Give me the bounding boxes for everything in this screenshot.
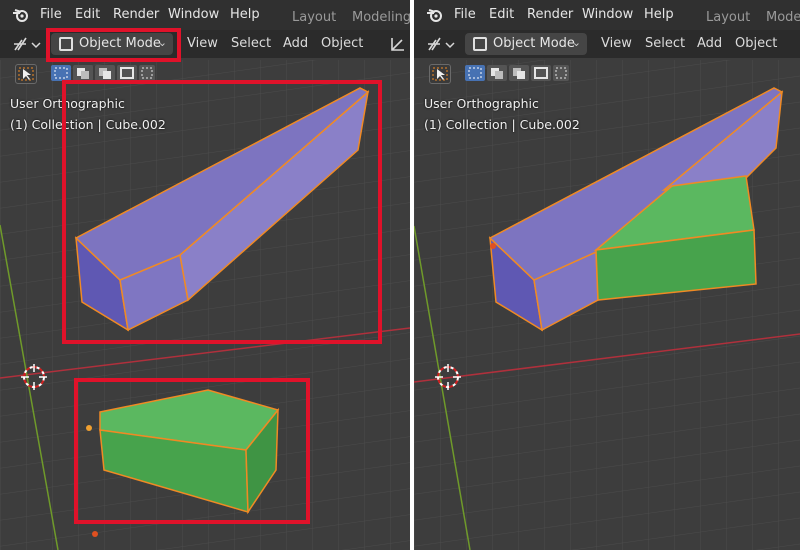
workspace-tab-modeling[interactable]: Model xyxy=(766,10,800,25)
highlight-purple-object xyxy=(62,80,382,344)
menu-file[interactable]: File xyxy=(454,7,476,22)
header-menu-select[interactable]: Select xyxy=(231,36,271,51)
screenshot-stage: File Edit Render Window Help Layout Mode… xyxy=(0,0,800,550)
top-menubar: File Edit Render Window Help Layout Mode… xyxy=(414,0,800,30)
right-blender-window: File Edit Render Window Help Layout Mode… xyxy=(414,0,800,550)
transform-pivot-icon[interactable] xyxy=(388,35,408,53)
origin-dot xyxy=(92,531,98,537)
navigate-gizmo-icon[interactable] xyxy=(426,36,456,54)
menu-window[interactable]: Window xyxy=(582,7,633,22)
header-menu-object[interactable]: Object xyxy=(735,36,777,51)
top-menubar: File Edit Render Window Help Layout Mode… xyxy=(0,0,410,30)
selection-mode-buttons[interactable] xyxy=(464,64,570,82)
select-box-tool-icon[interactable] xyxy=(429,64,451,84)
navigate-gizmo-icon[interactable] xyxy=(12,36,42,54)
menu-edit[interactable]: Edit xyxy=(75,7,100,22)
menu-render[interactable]: Render xyxy=(113,7,159,22)
viewport-3d[interactable] xyxy=(414,0,800,550)
highlight-mode-dropdown xyxy=(46,28,181,62)
highlight-green-object xyxy=(74,378,310,524)
workspace-tab-layout[interactable]: Layout xyxy=(706,10,750,25)
object-mode-dropdown[interactable]: Object Mode ⌄ xyxy=(465,33,587,55)
header-menu-object[interactable]: Object xyxy=(321,36,363,51)
menu-file[interactable]: File xyxy=(40,7,62,22)
workspace-tab-modeling[interactable]: Modeling xyxy=(352,10,410,25)
header-menu-view[interactable]: View xyxy=(187,36,218,51)
header-menu-add[interactable]: Add xyxy=(697,36,722,51)
chevron-down-icon: ⌄ xyxy=(571,36,581,49)
workspace-tab-layout[interactable]: Layout xyxy=(292,10,336,25)
menu-edit[interactable]: Edit xyxy=(489,7,514,22)
menu-help[interactable]: Help xyxy=(644,7,674,22)
collection-info-text: (1) Collection | Cube.002 xyxy=(424,117,580,132)
blender-logo-icon[interactable] xyxy=(12,7,30,23)
menu-window[interactable]: Window xyxy=(168,7,219,22)
left-blender-window: File Edit Render Window Help Layout Mode… xyxy=(0,0,410,550)
origin-dot xyxy=(490,243,496,249)
blender-logo-icon[interactable] xyxy=(426,7,444,23)
menu-help[interactable]: Help xyxy=(230,7,260,22)
object-mode-label: Object Mode xyxy=(493,36,575,51)
header-menu-add[interactable]: Add xyxy=(283,36,308,51)
object-mode-icon xyxy=(473,37,487,51)
view-name-text: User Orthographic xyxy=(424,96,539,111)
header-menu-view[interactable]: View xyxy=(601,36,632,51)
select-box-tool-icon[interactable] xyxy=(15,64,37,84)
menu-render[interactable]: Render xyxy=(527,7,573,22)
header-menu-select[interactable]: Select xyxy=(645,36,685,51)
